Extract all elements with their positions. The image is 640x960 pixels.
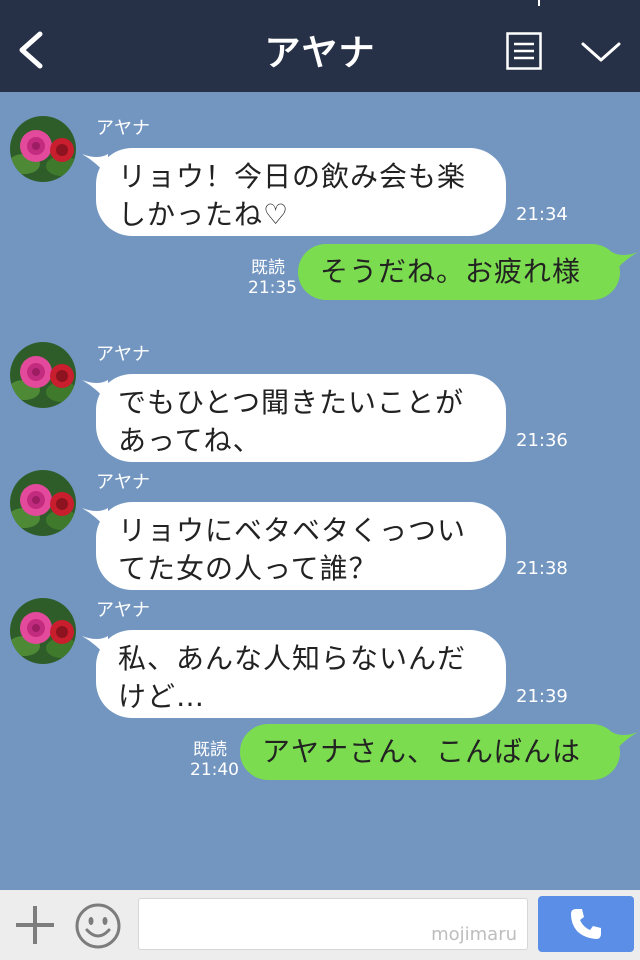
message-row: アヤナ リョウ！今日の飲み会も楽 しかったね♡ 21:34 (0, 110, 640, 240)
read-receipt: 既読 21:40 (190, 740, 239, 780)
message-line: てた女の人って誰？ (118, 552, 378, 585)
chevron-down-icon[interactable] (580, 38, 622, 66)
read-label: 既読 (193, 740, 227, 760)
rose-avatar-icon (10, 598, 76, 664)
message-row: 既読 21:40 アヤナさん、こんばんは (0, 724, 640, 784)
sender-name: アヤナ (96, 472, 150, 493)
plus-icon[interactable] (14, 904, 56, 946)
rose-avatar-icon (10, 342, 76, 408)
rose-avatar-icon (10, 116, 76, 182)
watermark: mojimaru (431, 924, 517, 945)
smiley-icon[interactable] (74, 902, 122, 950)
rose-avatar-icon (10, 470, 76, 536)
message-input-bar: mojimaru (0, 890, 640, 960)
chat-title: アヤナ (264, 33, 376, 74)
message-time: 21:39 (516, 686, 568, 707)
avatar[interactable] (10, 470, 76, 536)
incoming-message-bubble[interactable]: リョウ！今日の飲み会も楽 しかったね♡ (96, 148, 506, 236)
incoming-message-bubble[interactable]: でもひとつ聞きたいことが あってね、 (96, 374, 506, 462)
avatar[interactable] (10, 598, 76, 664)
message-time: 21:35 (248, 278, 297, 298)
phone-icon (571, 909, 601, 939)
message-line: でもひとつ聞きたいことが (118, 386, 465, 419)
message-line: 私、あんな人知らないんだ (118, 642, 467, 675)
message-line: しかったね♡ (118, 198, 290, 231)
avatar[interactable] (10, 342, 76, 408)
call-button[interactable] (538, 896, 634, 952)
message-time: 21:34 (516, 204, 568, 225)
outgoing-message-bubble[interactable]: アヤナさん、こんばんは (240, 724, 620, 780)
sender-name: アヤナ (96, 344, 150, 365)
message-row: 既読 21:35 そうだね。お疲れ様 (0, 244, 640, 304)
message-line: けど… (118, 680, 206, 713)
message-line: リョウにベタベタくっつい (118, 514, 467, 547)
incoming-message-bubble[interactable]: 私、あんな人知らないんだ けど… (96, 630, 506, 718)
read-label: 既読 (251, 258, 285, 278)
chat-header: アヤナ (0, 0, 640, 92)
message-input[interactable]: mojimaru (138, 898, 528, 950)
message-time: 21:36 (516, 430, 568, 451)
message-row: アヤナ でもひとつ聞きたいことが あってね、 21:36 (0, 336, 640, 466)
message-time: 21:38 (516, 558, 568, 579)
message-row: アヤナ 私、あんな人知らないんだ けど… 21:39 (0, 592, 640, 722)
avatar[interactable] (10, 116, 76, 182)
message-time: 21:40 (190, 760, 239, 780)
incoming-message-bubble[interactable]: リョウにベタベタくっつい てた女の人って誰？ (96, 502, 506, 590)
read-receipt: 既読 21:35 (248, 258, 297, 298)
list-menu-icon[interactable] (506, 32, 542, 70)
outgoing-message-bubble[interactable]: そうだね。お疲れ様 (298, 244, 620, 300)
status-indicator (538, 0, 540, 6)
message-line: リョウ！今日の飲み会も楽 (118, 160, 467, 193)
sender-name: アヤナ (96, 600, 150, 621)
message-row: アヤナ リョウにベタベタくっつい てた女の人って誰？ 21:38 (0, 464, 640, 594)
sender-name: アヤナ (96, 118, 150, 139)
message-line: あってね、 (118, 424, 262, 457)
